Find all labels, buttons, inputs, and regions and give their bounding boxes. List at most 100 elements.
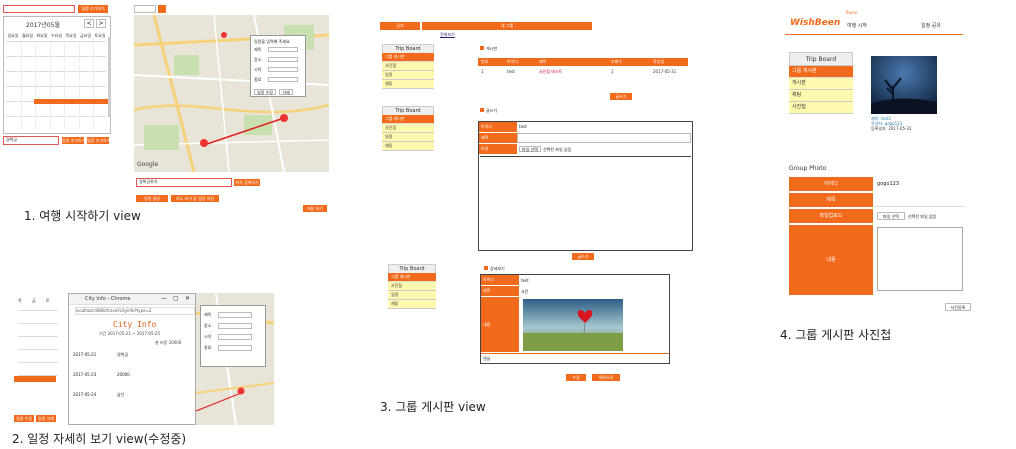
city-info-heading: City Info [113, 320, 157, 329]
photo-label-file: 파일업로드 [789, 209, 873, 223]
board2-title-input[interactable] [517, 133, 691, 143]
place-add-button[interactable]: 일정 추가하기 [62, 137, 84, 144]
detail-popup-row: 종료 [204, 345, 264, 351]
add-schedule-top-button[interactable]: 일정 추가하기 [78, 5, 108, 13]
board1-sidebar-item[interactable]: 일정 [382, 71, 434, 80]
photo-upload-form: 아이디 gogo123 제목 파일업로드 파일 선택 선택된 파일 없음 내용 [789, 177, 965, 297]
map-view[interactable]: Google 일정을 입력해 주세요 제목 장소 시작 종료 일정 수정 삭제 [134, 15, 329, 172]
board1-section-title: 게시판 [480, 46, 497, 51]
calendar-grid [6, 41, 106, 131]
board3-sidebar-item[interactable]: 일정 [388, 291, 436, 300]
photo-file-button[interactable]: 파일 선택 [877, 212, 905, 220]
nav-underline [785, 34, 963, 35]
board2-file-button[interactable]: 파일 선택 [519, 146, 541, 152]
mini-btn-2[interactable]: 일정 삭제 [36, 415, 56, 422]
map-header-input[interactable] [134, 5, 156, 13]
board1-sidebar-item[interactable]: 그룹 게시판 [382, 53, 434, 62]
schedule-popup-row-input[interactable] [268, 77, 298, 82]
board2-sidebar-item[interactable]: 사진첩 [382, 124, 434, 133]
top-tab-mygroup[interactable]: 내 그룹 [422, 22, 592, 30]
detail-popup-row-label: 제목 [204, 312, 212, 317]
top-input[interactable] [3, 5, 75, 13]
calendar-scrollbar[interactable] [108, 37, 111, 117]
group-photo-thumbnail[interactable] [871, 56, 937, 114]
map-search-button[interactable]: 위치 검색하기 [234, 179, 260, 186]
board1-sidebar-item[interactable]: 사진첩 [382, 62, 434, 71]
board-list-view: Trip Board 그룹 게시판 사진첩 일정 채팅 게시판 번호 아이디 제목 조회수 작… [380, 44, 690, 114]
detail-map[interactable]: 제목 장소 시작 종료 [196, 293, 274, 425]
calendar-col-line [49, 41, 51, 129]
board-detail-view: Trip Board 그룹 게시판 사진첩 일정 채팅 상세보기 아이디 test 제… [380, 264, 700, 384]
photo-content-textarea[interactable] [877, 227, 963, 291]
board3-list-button[interactable]: 목록으로 [592, 374, 620, 381]
schedule-popup-row-input[interactable] [268, 57, 298, 62]
board2-submit-button[interactable]: 글쓰기 [572, 253, 594, 260]
board3-sidebar-item[interactable]: 사진첩 [388, 282, 436, 291]
map-search-input[interactable]: 경복궁위치 [136, 178, 232, 187]
detail-popup-row-input[interactable] [218, 334, 252, 340]
calendar-weekday: 수요일 [50, 33, 63, 38]
board2-file-text: 선택된 파일 없음 [543, 147, 572, 152]
top-tab-notice[interactable]: 공지 [380, 22, 420, 30]
photo-sidebar-item[interactable]: 사진첩 [789, 102, 853, 114]
nav-trip-start[interactable]: 여행 시작 [847, 23, 867, 29]
window-url[interactable]: localhost:8080/travel/cityinfo?type=2 [75, 307, 195, 315]
photo-submit-button[interactable]: 사진등록 [945, 303, 971, 311]
board1-table-row[interactable]: 1 test 사진첩 테스트 1 2017-05-31 [478, 67, 688, 79]
calendar-next-button[interactable]: > [96, 19, 106, 28]
calendar-weekday: 목요일 [65, 33, 77, 38]
photo-id-value: gogo123 [877, 181, 900, 187]
board3-sidebar-item[interactable]: 그룹 게시판 [388, 273, 436, 282]
city-info-value: 경복궁 [117, 352, 129, 357]
calendar-weekday: 금요일 [79, 33, 92, 38]
window-minimize-icon[interactable]: — [161, 295, 167, 302]
schedule-popup-row-input[interactable] [268, 67, 298, 72]
board2-sidebar-item[interactable]: 채팅 [382, 142, 434, 151]
board1-sidebar-item[interactable]: 채팅 [382, 80, 434, 89]
place-search-input[interactable]: 경복궁 [3, 136, 59, 145]
board2-content-textarea[interactable] [480, 156, 691, 251]
board3-photo [523, 299, 623, 351]
map-google-logo: Google [137, 161, 159, 168]
detail-popup-row-input[interactable] [218, 345, 252, 351]
board1-write-button[interactable]: 글쓰기 [610, 93, 632, 100]
board2-id-value: test [519, 124, 527, 129]
board2-section-label: 글쓰기 [486, 108, 498, 113]
map-save-view-button[interactable]: 지도 보기 및 일정 저장 [171, 195, 219, 202]
schedule-delete-button[interactable]: 삭제 [279, 89, 293, 95]
detail-popup-row-input[interactable] [218, 312, 252, 318]
schedule-popup: 일정을 입력해 주세요 제목 장소 시작 종료 일정 수정 삭제 [250, 35, 306, 97]
window-maximize-icon[interactable]: ▢ [173, 295, 179, 302]
detail-popup-row-input[interactable] [218, 323, 252, 329]
board2-sidebar-items: 그룹 게시판 사진첩 일정 채팅 [382, 115, 434, 151]
city-info-value: 20000 [117, 372, 130, 377]
map-header-button[interactable] [158, 5, 166, 13]
board3-sidebar-item[interactable]: 채팅 [388, 300, 436, 309]
board1-section-label: 게시판 [486, 46, 498, 51]
nav-schedule-share[interactable]: 일정 공유 [921, 23, 941, 29]
board2-sidebar-item[interactable]: 그룹 게시판 [382, 115, 434, 124]
board2-sidebar-item[interactable]: 일정 [382, 133, 434, 142]
board1-cell: 사진첩 테스트 [539, 69, 563, 74]
photo-sidebar-item[interactable]: 그룹 게시판 [789, 66, 853, 78]
detail-popup-row: 제목 [204, 312, 264, 318]
window-close-icon[interactable]: ✕ [185, 295, 190, 302]
save-button[interactable]: 저장 하기 [303, 205, 327, 212]
board1-table-header: 번호 아이디 제목 조회수 작성일 [478, 58, 688, 66]
place-add-button-2[interactable]: 일정 추가하기 [87, 137, 109, 144]
board3-label-content: 내용 [481, 297, 519, 352]
schedule-popup-row-input[interactable] [268, 47, 298, 52]
photo-title-input[interactable] [875, 193, 965, 207]
board3-label-title: 제목 [481, 286, 519, 296]
calendar-prev-button[interactable]: < [84, 19, 94, 28]
mini-week-row [18, 323, 58, 324]
photo-sidebar-item[interactable]: 채팅 [789, 90, 853, 102]
photo-sidebar-item[interactable]: 게시판 [789, 78, 853, 90]
schedule-edit-button[interactable]: 일정 수정 [254, 89, 276, 95]
board3-edit-button[interactable]: 수정 [566, 374, 586, 381]
map-create-button[interactable]: 일정 생성 [136, 195, 168, 202]
top-tab-more-link[interactable]: 전체보기 [440, 32, 455, 37]
board2-form: 아이디 test 제목 파일 파일 선택 선택된 파일 없음 [478, 121, 693, 251]
caption-view-4: 4. 그룹 게시판 사진첩 [780, 328, 892, 342]
mini-btn-1[interactable]: 일정 수정 [14, 415, 34, 422]
